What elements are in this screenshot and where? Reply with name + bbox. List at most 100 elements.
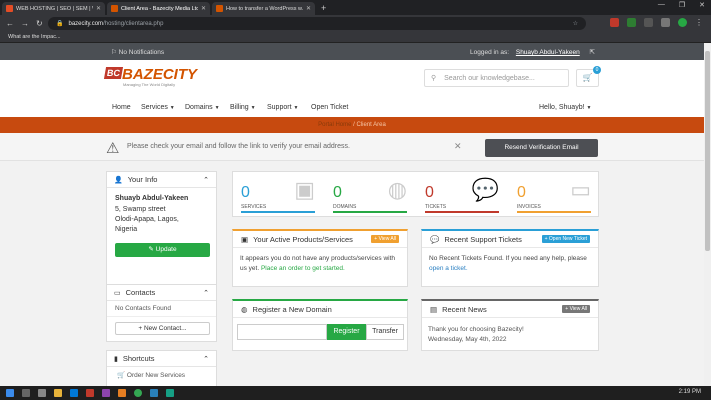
register-domain-card: ◍ Register a New Domain Register Transfe… (232, 299, 408, 351)
extension-icon[interactable] (627, 18, 636, 27)
chevron-up-icon[interactable]: ⌃ (203, 289, 209, 297)
notifications-label: No Notifications (118, 49, 165, 56)
flag-icon: ⚐ (111, 49, 117, 56)
new-contact-wrap: + New Contact... (107, 317, 216, 340)
nav-home[interactable]: Home (112, 104, 131, 111)
avatar[interactable] (678, 18, 687, 27)
caret-down-icon: ▼ (214, 105, 220, 111)
close-icon[interactable]: ✕ (454, 141, 462, 152)
url-field[interactable]: 🔒 bazecity.com/hosting/clientarea.php ☆ (48, 17, 586, 30)
chevron-up-icon[interactable]: ⌃ (203, 176, 209, 184)
news-item-link[interactable]: Thank you for choosing Bazecity! (428, 325, 592, 335)
contacts-header[interactable]: ▭ Contacts ⌃ (107, 285, 216, 301)
browser-tab-1[interactable]: WEB HOSTING | SEO | SEM | WI... ✕ (2, 2, 105, 15)
nav-billing-label: Billing (230, 104, 249, 111)
url-path: /hosting/clientarea.php (103, 20, 164, 27)
domain-search-input[interactable] (237, 324, 327, 340)
stat-services[interactable]: 0 ▣ SERVICES (233, 172, 325, 218)
restore-icon[interactable]: ❐ (679, 1, 685, 9)
stat-label: TICKETS (425, 204, 447, 210)
stat-label: INVOICES (517, 204, 541, 210)
reload-icon[interactable]: ↻ (36, 19, 43, 28)
transfer-button[interactable]: Transfer (366, 324, 404, 340)
open-new-ticket-button[interactable]: + Open New Ticket (541, 235, 590, 243)
place-order-link[interactable]: Place an order to get started. (261, 265, 345, 272)
contacts-title: Contacts (125, 288, 156, 297)
page-scrollbar[interactable] (704, 43, 711, 386)
browser-tab-2[interactable]: Client Area - Bazecity Media Ltd ✕ (107, 2, 210, 15)
app-icon[interactable] (118, 389, 126, 397)
shortcut-order-new-services[interactable]: 🛒 Order New Services (107, 367, 216, 383)
verification-alert: ⚠ Please check your email and follow the… (0, 133, 704, 161)
notifications-link[interactable]: ⚐ No Notifications (111, 48, 164, 56)
stat-invoices[interactable]: 0 ▭ INVOICES (509, 172, 601, 218)
browser-tab-3[interactable]: How to transfer a WordPress w... ✕ (212, 2, 315, 15)
app-icon[interactable] (86, 389, 94, 397)
view-all-news-button[interactable]: + View All (562, 305, 590, 313)
logo-text: BAZECITY (122, 66, 197, 83)
open-ticket-link[interactable]: open a ticket. (429, 265, 468, 272)
site-header: BCBAZECITY Managing The World Digitally … (0, 60, 704, 100)
stat-tickets[interactable]: 0 💬 TICKETS (417, 172, 509, 218)
shortcuts-title: Shortcuts (122, 354, 155, 363)
windows-start-icon[interactable] (6, 389, 14, 397)
nav-account-menu[interactable]: Hello, Shuayb! ▼ (539, 104, 591, 111)
breadcrumb-home[interactable]: Portal Home (318, 122, 351, 128)
client-country: Nigeria (115, 226, 138, 233)
stat-domains[interactable]: 0 ◍ DOMAINS (325, 172, 417, 218)
minimize-icon[interactable]: — (658, 1, 665, 9)
browser-tab-bar: WEB HOSTING | SEO | SEM | WI... ✕ Client… (0, 0, 711, 15)
scrollbar-thumb[interactable] (705, 51, 710, 251)
app-icon[interactable] (54, 389, 62, 397)
app-icon[interactable] (150, 389, 158, 397)
globe-icon: ◍ (387, 177, 407, 202)
pencil-icon: ✎ (148, 246, 154, 253)
close-tab-icon[interactable]: ✕ (96, 5, 101, 12)
close-tab-icon[interactable]: ✕ (201, 5, 206, 12)
warning-icon: ⚠ (106, 140, 120, 157)
os-taskbar: 2:19 PM (0, 386, 711, 400)
register-button[interactable]: Register (327, 324, 366, 340)
nav-billing[interactable]: Billing ▼ (230, 104, 256, 111)
nav-support[interactable]: Support ▼ (267, 104, 298, 111)
nav-open-ticket[interactable]: Open Ticket (311, 104, 348, 111)
news-item-date: Wednesday, May 4th, 2022 (428, 336, 507, 343)
menu-icon[interactable]: ⋮ (695, 18, 703, 27)
nav-services[interactable]: Services ▼ (141, 104, 175, 111)
forward-icon[interactable]: → (21, 19, 29, 28)
logo[interactable]: BCBAZECITY Managing The World Digitally (103, 66, 197, 87)
chevron-up-icon[interactable]: ⌃ (203, 355, 209, 363)
logout-icon[interactable]: ⇱ (590, 49, 595, 56)
caret-down-icon: ▼ (293, 105, 299, 111)
back-icon[interactable]: ← (6, 19, 14, 28)
extension-icon[interactable] (610, 18, 619, 27)
lock-icon: 🔒 (56, 21, 64, 27)
bookmark-item[interactable]: What are the Impac... (8, 34, 61, 40)
extension-icon[interactable] (644, 18, 653, 27)
app-icon[interactable] (70, 389, 78, 397)
puzzle-icon[interactable] (661, 18, 670, 27)
app-icon[interactable] (102, 389, 110, 397)
search-icon[interactable] (22, 389, 30, 397)
app-icon[interactable] (166, 389, 174, 397)
recent-tickets-card: 💬 Recent Support Tickets + Open New Tick… (421, 229, 599, 287)
user-icon: 👤 (114, 176, 123, 184)
view-all-products-button[interactable]: + View All (371, 235, 399, 243)
close-tab-icon[interactable]: ✕ (306, 5, 311, 12)
user-link[interactable]: Shuayb Abdul-Yakeen (516, 49, 580, 56)
update-button[interactable]: ✎ Update (115, 243, 210, 257)
star-icon[interactable]: ☆ (573, 20, 578, 27)
task-view-icon[interactable] (38, 389, 46, 397)
shortcuts-header[interactable]: ▮ Shortcuts ⌃ (107, 351, 216, 367)
knowledgebase-search-input[interactable]: ⚲ Search our knowledgebase... (424, 69, 569, 87)
your-info-header[interactable]: 👤 Your Info ⌃ (107, 172, 216, 188)
new-contact-button[interactable]: + New Contact... (115, 322, 210, 335)
nav-domains[interactable]: Domains ▼ (185, 104, 220, 111)
close-window-icon[interactable]: ✕ (699, 1, 705, 9)
new-tab-button[interactable]: + (321, 2, 326, 15)
chrome-icon[interactable] (134, 389, 142, 397)
clock[interactable]: 2:19 PM (679, 389, 701, 395)
news-title: Recent News (442, 304, 487, 314)
resend-verification-button[interactable]: Resend Verification Email (485, 139, 598, 157)
cart-button[interactable]: 🛒 0 (576, 66, 601, 87)
